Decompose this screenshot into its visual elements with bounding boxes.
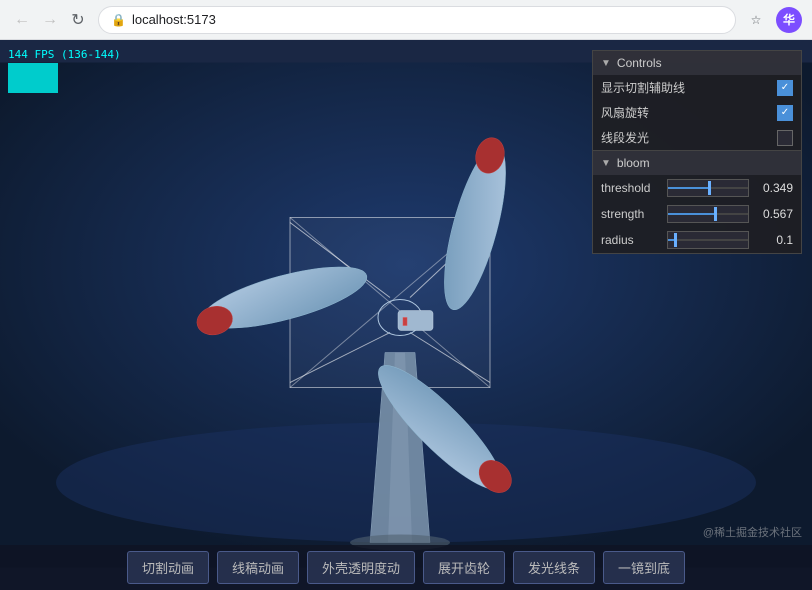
main-content: 144 FPS (136-144) ▼ Controls 显示切割辅助线 风扇旋… xyxy=(0,40,812,590)
watermark-text: @稀土掘金技术社区 xyxy=(703,527,802,539)
radius-value: 0.1 xyxy=(755,233,793,247)
bloom-arrow-icon: ▼ xyxy=(601,158,611,169)
strength-fill xyxy=(668,213,716,215)
strength-row: strength 0.567 xyxy=(593,201,801,227)
browser-chrome: ← → ↻ 🔒 localhost:5173 ☆ 华 xyxy=(0,0,812,40)
strength-value: 0.567 xyxy=(755,207,793,221)
watermark: @稀土掘金技术社区 xyxy=(703,524,802,540)
threshold-value: 0.349 xyxy=(755,181,793,195)
threshold-row: threshold 0.349 xyxy=(593,175,801,201)
controls-arrow-icon: ▼ xyxy=(601,58,611,69)
radius-thumb[interactable] xyxy=(674,233,677,247)
show-cut-lines-label: 显示切割辅助线 xyxy=(601,79,685,96)
controls-title: Controls xyxy=(617,56,662,70)
threshold-track xyxy=(668,187,748,189)
glow-lines-button[interactable]: 发光线条 xyxy=(513,551,595,584)
threshold-thumb[interactable] xyxy=(708,181,711,195)
bookmark-icon[interactable]: ☆ xyxy=(744,8,768,32)
expand-gear-button[interactable]: 展开齿轮 xyxy=(423,551,505,584)
bottom-bar: 切割动画 线稿动画 外壳透明度动 展开齿轮 发光线条 一镜到底 xyxy=(0,545,812,590)
strength-track xyxy=(668,213,748,215)
back-button[interactable]: ← xyxy=(10,8,34,32)
refresh-button[interactable]: ↻ xyxy=(66,8,90,32)
strength-label: strength xyxy=(601,207,661,221)
line-glow-row: 线段发光 xyxy=(593,125,801,150)
cut-animation-button[interactable]: 切割动画 xyxy=(127,551,209,584)
threshold-slider[interactable] xyxy=(667,179,749,197)
one-shot-button[interactable]: 一镜到底 xyxy=(603,551,685,584)
line-glow-label: 线段发光 xyxy=(601,129,649,146)
show-cut-lines-checkbox[interactable] xyxy=(777,80,793,96)
fan-rotate-checkbox[interactable] xyxy=(777,105,793,121)
controls-section-header[interactable]: ▼ Controls xyxy=(593,51,801,75)
nav-buttons: ← → ↻ xyxy=(10,8,90,32)
controls-panel: ▼ Controls 显示切割辅助线 风扇旋转 线段发光 ▼ bloom t xyxy=(592,50,802,254)
line-glow-checkbox[interactable] xyxy=(777,130,793,146)
threshold-fill xyxy=(668,187,710,189)
show-cut-lines-row: 显示切割辅助线 xyxy=(593,75,801,100)
radius-slider[interactable] xyxy=(667,231,749,249)
fps-counter: 144 FPS (136-144) xyxy=(8,48,121,93)
lock-icon: 🔒 xyxy=(111,13,126,27)
radius-row: radius 0.1 xyxy=(593,227,801,253)
fan-rotate-label: 风扇旋转 xyxy=(601,104,649,121)
line-animation-button[interactable]: 线稿动画 xyxy=(217,551,299,584)
forward-button[interactable]: → xyxy=(38,8,62,32)
address-bar[interactable]: 🔒 localhost:5173 xyxy=(98,6,736,34)
radius-label: radius xyxy=(601,233,661,247)
fan-rotate-row: 风扇旋转 xyxy=(593,100,801,125)
radius-track xyxy=(668,239,748,241)
avatar[interactable]: 华 xyxy=(776,7,802,33)
strength-slider[interactable] xyxy=(667,205,749,223)
bloom-section: ▼ bloom threshold 0.349 strength xyxy=(593,150,801,253)
threshold-label: threshold xyxy=(601,181,661,195)
bloom-title: bloom xyxy=(617,156,650,170)
bloom-section-header[interactable]: ▼ bloom xyxy=(593,151,801,175)
shell-transparency-button[interactable]: 外壳透明度动 xyxy=(307,551,415,584)
url-text: localhost:5173 xyxy=(132,12,216,27)
fps-text: 144 FPS (136-144) xyxy=(8,48,121,61)
strength-thumb[interactable] xyxy=(714,207,717,221)
fps-graph xyxy=(8,63,58,93)
